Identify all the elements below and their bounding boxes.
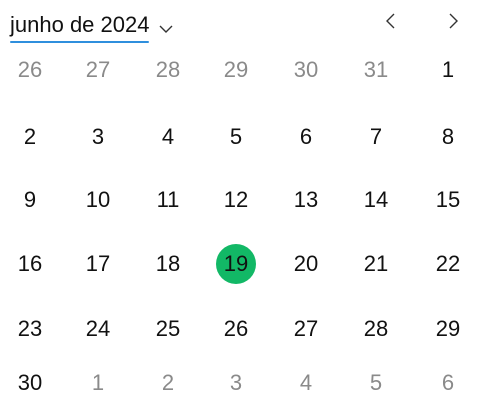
day-cell[interactable]: 10 bbox=[78, 180, 118, 220]
day-cell[interactable]: 18 bbox=[148, 244, 188, 284]
day-cell[interactable]: 1 bbox=[428, 50, 468, 90]
day-cell-selected[interactable]: 19 bbox=[216, 244, 256, 284]
day-cell-outside-month[interactable]: 27 bbox=[78, 50, 118, 90]
day-cell[interactable]: 24 bbox=[78, 309, 118, 349]
day-cell-outside-month[interactable]: 4 bbox=[286, 363, 326, 403]
day-cell[interactable]: 14 bbox=[356, 180, 396, 220]
day-cell-outside-month[interactable]: 1 bbox=[78, 363, 118, 403]
day-cell-outside-month[interactable]: 29 bbox=[216, 50, 256, 90]
day-cell-outside-month[interactable]: 2 bbox=[148, 363, 188, 403]
day-cell-outside-month[interactable]: 30 bbox=[286, 50, 326, 90]
day-cell-outside-month[interactable]: 5 bbox=[356, 363, 396, 403]
day-cell[interactable]: 29 bbox=[428, 309, 468, 349]
day-cell[interactable]: 25 bbox=[148, 309, 188, 349]
day-cell[interactable]: 21 bbox=[356, 244, 396, 284]
day-cell[interactable]: 28 bbox=[356, 309, 396, 349]
day-cell[interactable]: 16 bbox=[10, 244, 50, 284]
day-cell-outside-month[interactable]: 6 bbox=[428, 363, 468, 403]
day-cell[interactable]: 30 bbox=[10, 363, 50, 403]
day-cell[interactable]: 9 bbox=[10, 180, 50, 220]
day-cell[interactable]: 2 bbox=[10, 117, 50, 157]
day-cell[interactable]: 8 bbox=[428, 117, 468, 157]
day-cell-outside-month[interactable]: 28 bbox=[148, 50, 188, 90]
day-cell[interactable]: 5 bbox=[216, 117, 256, 157]
day-cell[interactable]: 22 bbox=[428, 244, 468, 284]
day-cell-outside-month[interactable]: 3 bbox=[216, 363, 256, 403]
day-grid: 26 27 28 29 30 31 1 2 3 4 5 6 7 8 9 10 11 12 13 14 15 16 17 18 1… bbox=[0, 0, 480, 420]
day-cell[interactable]: 12 bbox=[216, 180, 256, 220]
day-cell[interactable]: 4 bbox=[148, 117, 188, 157]
date-picker-calendar: junho de 2024 26 27 28 29 30 31 1 2 3 4 5 6 7 8 9 10 11 1… bbox=[0, 0, 480, 420]
day-cell[interactable]: 13 bbox=[286, 180, 326, 220]
day-cell[interactable]: 26 bbox=[216, 309, 256, 349]
day-cell[interactable]: 7 bbox=[356, 117, 396, 157]
day-cell[interactable]: 3 bbox=[78, 117, 118, 157]
day-cell[interactable]: 23 bbox=[10, 309, 50, 349]
day-cell[interactable]: 20 bbox=[286, 244, 326, 284]
day-cell-outside-month[interactable]: 26 bbox=[10, 50, 50, 90]
day-cell[interactable]: 27 bbox=[286, 309, 326, 349]
day-cell[interactable]: 6 bbox=[286, 117, 326, 157]
day-cell-outside-month[interactable]: 31 bbox=[356, 50, 396, 90]
day-cell[interactable]: 15 bbox=[428, 180, 468, 220]
day-cell[interactable]: 17 bbox=[78, 244, 118, 284]
day-cell[interactable]: 11 bbox=[148, 180, 188, 220]
